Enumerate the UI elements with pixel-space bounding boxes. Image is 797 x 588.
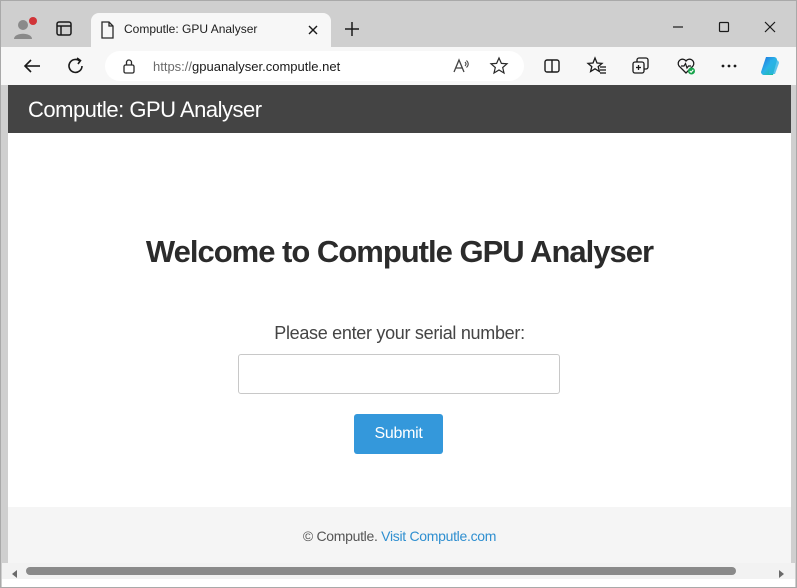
more-icon[interactable]	[717, 54, 741, 78]
document-icon	[99, 21, 115, 39]
close-icon[interactable]	[305, 22, 321, 38]
plus-icon[interactable]	[341, 18, 363, 40]
serial-number-label: Please enter your serial number:	[274, 323, 525, 343]
welcome-heading: Welcome to Computle GPU Analyser	[145, 234, 654, 269]
page-viewport: Computle: GPU Analyser Welcome to Comput…	[8, 85, 791, 563]
tab-strip: Computle: GPU Analyser	[1, 1, 796, 47]
site-header: Computle: GPU Analyser	[8, 85, 791, 133]
split-screen-icon[interactable]	[540, 54, 564, 78]
tab-actions-icon[interactable]	[51, 15, 77, 41]
copilot-icon[interactable]	[758, 54, 782, 78]
submit-button[interactable]: Submit	[354, 414, 443, 454]
footer-link[interactable]: Visit Computle.com	[381, 528, 496, 544]
url-protocol: https://	[153, 59, 193, 74]
horizontal-scrollbar[interactable]	[2, 563, 795, 579]
serial-number-input[interactable]	[238, 354, 560, 394]
favorites-icon[interactable]	[585, 54, 609, 78]
refresh-icon[interactable]	[64, 54, 88, 78]
maximize-icon[interactable]	[712, 15, 736, 39]
read-aloud-icon[interactable]	[451, 56, 471, 76]
back-icon[interactable]	[20, 54, 44, 78]
scroll-left-icon[interactable]	[10, 566, 20, 578]
browser-window: Computle: GPU Analyser https://gpuanalys…	[0, 0, 797, 588]
browser-essentials-icon[interactable]	[674, 54, 698, 78]
address-bar[interactable]: https://gpuanalyser.computle.net	[105, 51, 524, 81]
browser-toolbar: https://gpuanalyser.computle.net	[1, 47, 796, 85]
tab-title: Computle: GPU Analyser	[124, 22, 258, 36]
site-footer: © Computle. Visit Computle.com	[8, 507, 791, 563]
scrollbar-thumb[interactable]	[26, 567, 736, 575]
scroll-right-icon[interactable]	[776, 566, 786, 578]
url-text[interactable]: https://gpuanalyser.computle.net	[153, 59, 340, 74]
close-window-icon[interactable]	[758, 15, 782, 39]
footer-copyright: © Computle.	[302, 528, 378, 544]
window-bottom-edge	[2, 579, 795, 587]
active-tab[interactable]: Computle: GPU Analyser	[91, 13, 331, 47]
collections-icon[interactable]	[629, 54, 653, 78]
site-title: Computle: GPU Analyser	[28, 97, 262, 122]
minimize-icon[interactable]	[666, 15, 690, 39]
url-host: gpuanalyser.computle.net	[192, 59, 341, 74]
profile-icon[interactable]	[11, 15, 39, 43]
lock-icon[interactable]	[122, 58, 136, 74]
favorite-star-icon[interactable]	[489, 56, 509, 76]
footer-text: © Computle. Visit Computle.com	[8, 528, 791, 544]
